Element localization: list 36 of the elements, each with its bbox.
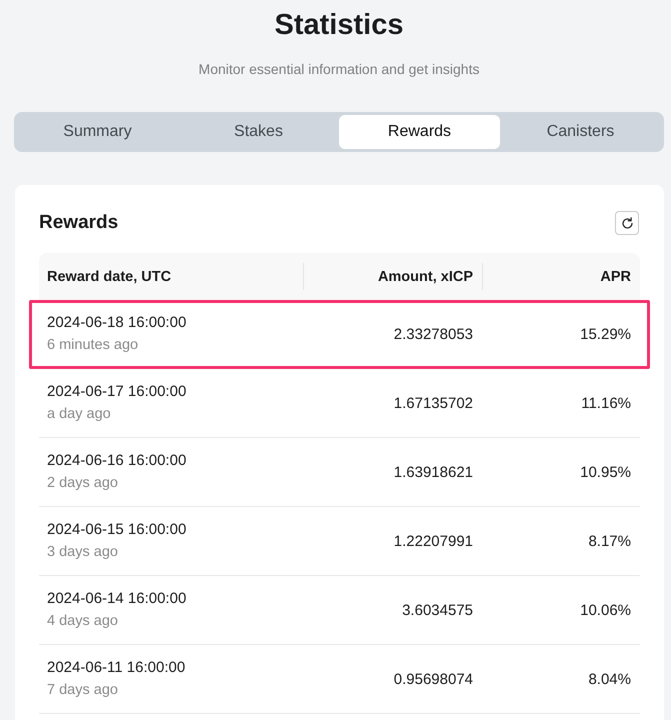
apr-text: 10.06% (580, 602, 631, 618)
page-title: Statistics (274, 8, 404, 42)
relative-time: a day ago (47, 405, 111, 424)
amount-text: 1.63918621 (394, 464, 473, 480)
relative-time: 2 days ago (47, 474, 118, 493)
tab[interactable]: Summary (17, 115, 178, 149)
date-text: 2024-06-16 16:00:00 (47, 451, 186, 471)
refresh-icon (620, 216, 634, 230)
column-header: Reward date, UTC (47, 268, 172, 284)
refresh-button[interactable] (615, 211, 639, 235)
relative-time: 3 days ago (47, 543, 118, 562)
apr-text: 8.04% (588, 670, 631, 688)
date-text: 2024-06-11 16:00:00 (47, 658, 186, 678)
column-header: APR (600, 268, 631, 284)
column-header: Amount, xICP (378, 268, 473, 284)
date-text: 2024-06-15 16:00:00 (47, 520, 186, 540)
apr-text: 11.16% (581, 394, 631, 412)
date-text: 2024-06-18 16:00:00 (47, 313, 186, 333)
amount-text: 3.6034575 (402, 602, 473, 618)
apr-text: 15.29% (580, 326, 631, 342)
amount-text: 0.95698074 (394, 670, 473, 688)
relative-time: 6 minutes ago (47, 336, 138, 355)
date-text: 2024-06-14 16:00:00 (47, 589, 186, 609)
tab[interactable]: Canisters (500, 115, 661, 149)
tab[interactable]: Stakes (178, 115, 339, 149)
date-text: 2024-06-17 16:00:00 (47, 382, 186, 402)
tab[interactable]: Rewards (339, 115, 500, 149)
amount-text: 1.67135702 (394, 394, 473, 412)
apr-text: 8.17% (588, 532, 631, 550)
apr-text: 10.95% (580, 464, 631, 480)
page-subtitle: Monitor essential information and get insights (198, 60, 480, 79)
card-title: Rewards (39, 212, 118, 234)
relative-time: 7 days ago (47, 681, 118, 700)
amount-text: 2.33278053 (394, 326, 473, 342)
relative-time: 4 days ago (47, 612, 118, 631)
amount-text: 1.22207991 (394, 532, 473, 550)
